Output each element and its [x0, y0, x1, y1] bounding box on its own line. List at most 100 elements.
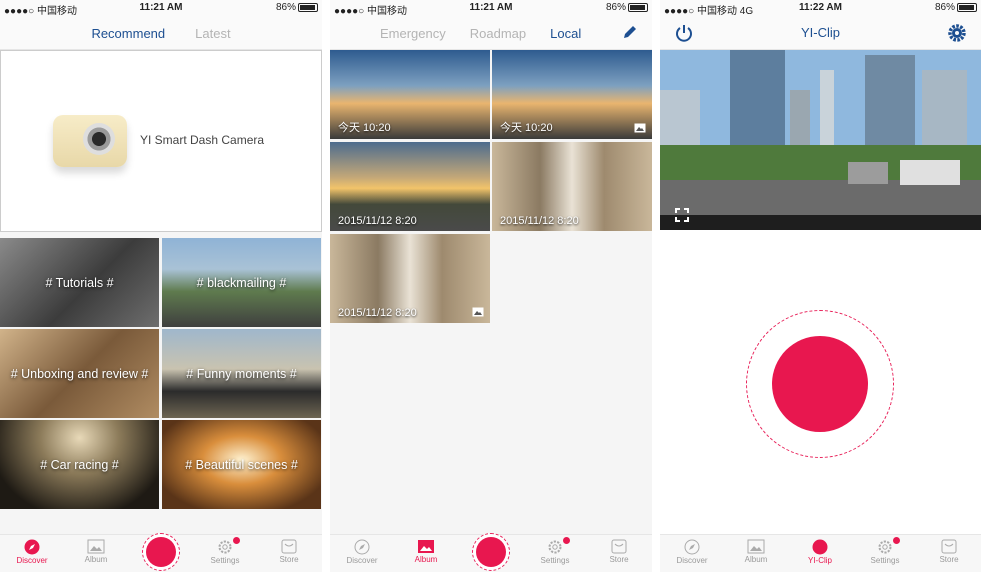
battery-status: 86% [606, 2, 648, 13]
category-label: # Car racing # [40, 457, 119, 472]
category-unboxing[interactable]: # Unboxing and review # [0, 329, 159, 418]
category-blackmailing[interactable]: # blackmailing # [162, 238, 321, 327]
record-button-large[interactable] [746, 310, 894, 458]
category-car-racing[interactable]: # Car racing # [0, 420, 159, 509]
battery-percent: 86% [605, 2, 626, 13]
thumbnail-timestamp: 今天 10:20 [338, 122, 391, 134]
nav-store[interactable]: Store [926, 539, 972, 564]
image-icon [634, 123, 646, 133]
top-bar: Emergency Roadmap Local [330, 16, 652, 50]
fullscreen-icon[interactable] [675, 208, 689, 222]
nav-settings[interactable]: Settings [202, 537, 248, 565]
nav-discover[interactable]: Discover [669, 539, 715, 565]
nav-label: Store [279, 555, 299, 564]
gear-icon [548, 540, 562, 554]
street-scene-image [660, 50, 981, 230]
image-icon [418, 540, 434, 553]
category-label: # Tutorials # [45, 275, 114, 290]
hero-banner[interactable]: YI Smart Dash Camera [0, 50, 322, 232]
compass-icon [684, 539, 700, 555]
category-tutorials[interactable]: # Tutorials # [0, 238, 159, 327]
thumbnail-timestamp: 2015/11/12 8:20 [500, 215, 579, 227]
tab-emergency[interactable]: Emergency [380, 26, 446, 41]
store-icon [281, 539, 297, 554]
status-bar: ●●●●○ 中国移动 11:21 AM 86% [0, 0, 322, 17]
battery-percent: 86% [934, 2, 955, 13]
pencil-icon[interactable] [622, 24, 638, 40]
dash-camera-image [53, 115, 127, 167]
thumbnail-timestamp: 2015/11/12 8:20 [338, 307, 417, 319]
tab-latest[interactable]: Latest [195, 26, 230, 41]
tab-recommend[interactable]: Recommend [91, 26, 165, 41]
nav-store[interactable]: Store [596, 539, 642, 564]
battery-percent: 86% [275, 2, 296, 13]
photo-thumbnail[interactable]: 2015/11/12 8:20 [330, 234, 490, 323]
nav-album[interactable]: Album [733, 539, 779, 564]
notification-dot [563, 537, 570, 544]
nav-label: Album [744, 555, 768, 564]
image-icon [87, 539, 105, 554]
nav-discover[interactable]: Discover [339, 539, 385, 565]
nav-label: Discover [676, 556, 708, 565]
gear-icon[interactable] [947, 23, 967, 43]
tab-local[interactable]: Local [550, 26, 581, 41]
status-bar: ●●●●○ 中国移动 4G 11:22 AM 86% [660, 0, 981, 17]
nav-label: Store [609, 555, 629, 564]
yi-clip-screen: ●●●●○ 中国移动 4G 11:22 AM 86% YI-Clip Disco… [660, 0, 981, 572]
nav-discover[interactable]: Discover [9, 539, 55, 565]
category-label: # Beautiful scenes # [185, 457, 298, 472]
nav-yi-clip[interactable]: YI-Clip [797, 539, 843, 565]
bottom-nav: Discover Album Settings Store [0, 533, 322, 572]
thumbnail-timestamp: 今天 10:20 [500, 122, 553, 134]
image-icon [747, 539, 765, 554]
tab-roadmap[interactable]: Roadmap [470, 26, 526, 41]
nav-label: Settings [540, 556, 570, 565]
compass-icon [24, 539, 40, 555]
discover-screen: ●●●●○ 中国移动 11:21 AM 86% Recommend Latest… [0, 0, 322, 572]
thumbnail-timestamp: 2015/11/12 8:20 [338, 215, 417, 227]
record-dot-icon [772, 336, 868, 432]
record-dot-icon [812, 539, 828, 555]
gear-icon [878, 540, 892, 554]
battery-icon [628, 2, 648, 12]
battery-status: 86% [276, 2, 318, 13]
nav-label: Store [939, 555, 959, 564]
category-label: # blackmailing # [196, 275, 287, 290]
category-beautiful-scenes[interactable]: # Beautiful scenes # [162, 420, 321, 509]
status-bar: ●●●●○ 中国移动 11:21 AM 86% [330, 0, 652, 17]
record-button[interactable] [472, 533, 510, 571]
clock: 11:21 AM [139, 2, 183, 13]
clock: 11:21 AM [469, 2, 513, 13]
nav-album[interactable]: Album [73, 539, 119, 564]
compass-icon [354, 539, 370, 555]
nav-settings[interactable]: Settings [862, 537, 908, 565]
record-dot-icon [146, 537, 176, 567]
nav-album[interactable]: Album [403, 539, 449, 564]
nav-label: Album [414, 555, 438, 564]
battery-status: 86% [935, 2, 977, 13]
gear-icon [218, 540, 232, 554]
video-thumbnail[interactable]: 今天 10:20 [330, 50, 490, 139]
notification-dot [233, 537, 240, 544]
album-screen: ●●●●○ 中国移动 11:21 AM 86% Emergency Roadma… [330, 0, 652, 572]
battery-icon [298, 2, 318, 12]
live-camera-view[interactable] [660, 50, 981, 230]
image-icon [472, 307, 484, 317]
nav-label: Settings [210, 556, 240, 565]
category-funny-moments[interactable]: # Funny moments # [162, 329, 321, 418]
category-label: # Funny moments # [186, 366, 297, 381]
nav-settings[interactable]: Settings [532, 537, 578, 565]
nav-label: YI-Clip [807, 556, 832, 565]
top-bar: Recommend Latest [0, 16, 322, 50]
video-thumbnail[interactable]: 2015/11/12 8:20 [492, 142, 652, 231]
nav-label: Settings [870, 556, 900, 565]
video-thumbnail[interactable]: 2015/11/12 8:20 [330, 142, 490, 231]
nav-store[interactable]: Store [266, 539, 312, 564]
battery-icon [957, 2, 977, 12]
nav-label: Discover [16, 556, 48, 565]
record-button[interactable] [142, 533, 180, 571]
bottom-nav: Discover Album Settings Store [330, 533, 652, 572]
photo-thumbnail[interactable]: 今天 10:20 [492, 50, 652, 139]
top-bar: YI-Clip [660, 16, 981, 50]
page-title: YI-Clip [800, 25, 840, 40]
